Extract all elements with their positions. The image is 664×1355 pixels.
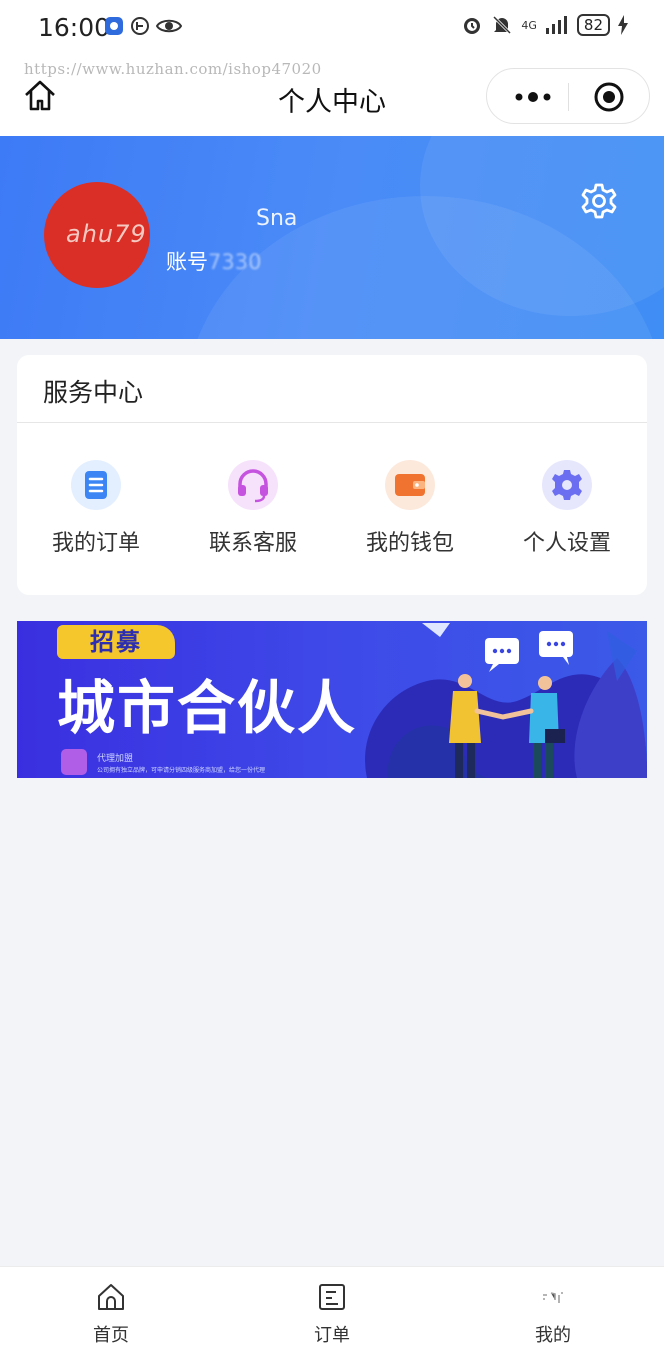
promo-title: 城市合伙人	[57, 674, 358, 742]
signal-icon	[545, 16, 567, 34]
tab-bar: 首页 订单 我的	[0, 1266, 664, 1355]
headset-icon	[228, 460, 278, 510]
account-label: 账号	[166, 250, 208, 274]
service-contact-support[interactable]: 联系客服	[178, 459, 328, 557]
tab-home[interactable]: 首页	[51, 1281, 171, 1347]
promo-tag: 招募	[57, 625, 175, 659]
city-partner-banner[interactable]: 招募 城市合伙人 代理加盟 公司拥有独立品牌，可申请分销四级服务商加盟，给您一份…	[17, 621, 647, 778]
home-icon	[98, 1284, 124, 1310]
service-label: 我的订单	[51, 531, 140, 556]
service-label: 个人设置	[522, 531, 611, 556]
wallet-icon	[385, 460, 435, 510]
mute-bell-icon	[493, 15, 512, 35]
status-bar: 16:00 4G 82	[0, 0, 664, 56]
circle-badge-icon	[131, 17, 149, 35]
charging-icon	[618, 15, 628, 35]
more-dots-icon[interactable]	[513, 85, 553, 109]
account-value: 7330	[208, 250, 262, 274]
settings-gear-icon[interactable]	[580, 182, 618, 220]
status-time: 16:00	[38, 13, 111, 42]
agent-logo-icon	[61, 749, 87, 775]
avatar-text: ahu79	[66, 220, 147, 248]
avatar[interactable]: ahu79	[44, 182, 150, 288]
profile-header: ahu79 Sna 账号7330	[0, 136, 664, 339]
divider	[17, 422, 647, 423]
tab-label: 首页	[93, 1325, 129, 1346]
app-notification-icon	[105, 17, 123, 35]
watermark-url: https://www.huzhan.com/ishop47020	[24, 60, 322, 78]
tab-profile[interactable]: 我的	[493, 1281, 613, 1347]
network-type: 4G	[521, 18, 537, 32]
service-personal-settings[interactable]: 个人设置	[492, 459, 642, 557]
service-label: 我的钱包	[365, 531, 454, 556]
service-center-title: 服务中心	[43, 378, 144, 407]
handshake-illustration-icon	[365, 623, 647, 778]
profile-icon	[543, 1292, 563, 1303]
nav-bar: https://www.huzhan.com/ishop47020 个人中心	[0, 56, 664, 136]
tab-label: 订单	[314, 1325, 350, 1346]
tab-label: 我的	[535, 1325, 571, 1346]
battery-level: 82	[576, 14, 610, 36]
capsule-divider	[568, 83, 569, 111]
service-center-card: 服务中心 我的订单 联系客服 我的钱包 个人设置	[17, 355, 647, 595]
order-list-icon	[71, 460, 121, 510]
settings-icon	[542, 460, 592, 510]
status-right-icons: 4G 82	[461, 14, 628, 36]
promo-small-text: 公司拥有独立品牌，可申请分销四级服务商加盟，给您一份代理	[97, 767, 266, 774]
promo-subtitle: 代理加盟	[97, 754, 134, 764]
status-left-icons	[104, 16, 182, 36]
eye-icon	[156, 19, 182, 33]
service-label: 联系客服	[208, 531, 297, 556]
tab-orders[interactable]: 订单	[272, 1281, 392, 1347]
account-row: 账号7330	[166, 246, 261, 276]
user-name: Sna	[256, 206, 298, 231]
mini-program-capsule	[486, 68, 650, 124]
close-target-icon[interactable]	[593, 81, 625, 113]
alarm-icon	[464, 18, 481, 34]
service-my-wallet[interactable]: 我的钱包	[335, 459, 485, 557]
order-icon	[319, 1284, 345, 1310]
service-my-orders[interactable]: 我的订单	[21, 459, 171, 557]
